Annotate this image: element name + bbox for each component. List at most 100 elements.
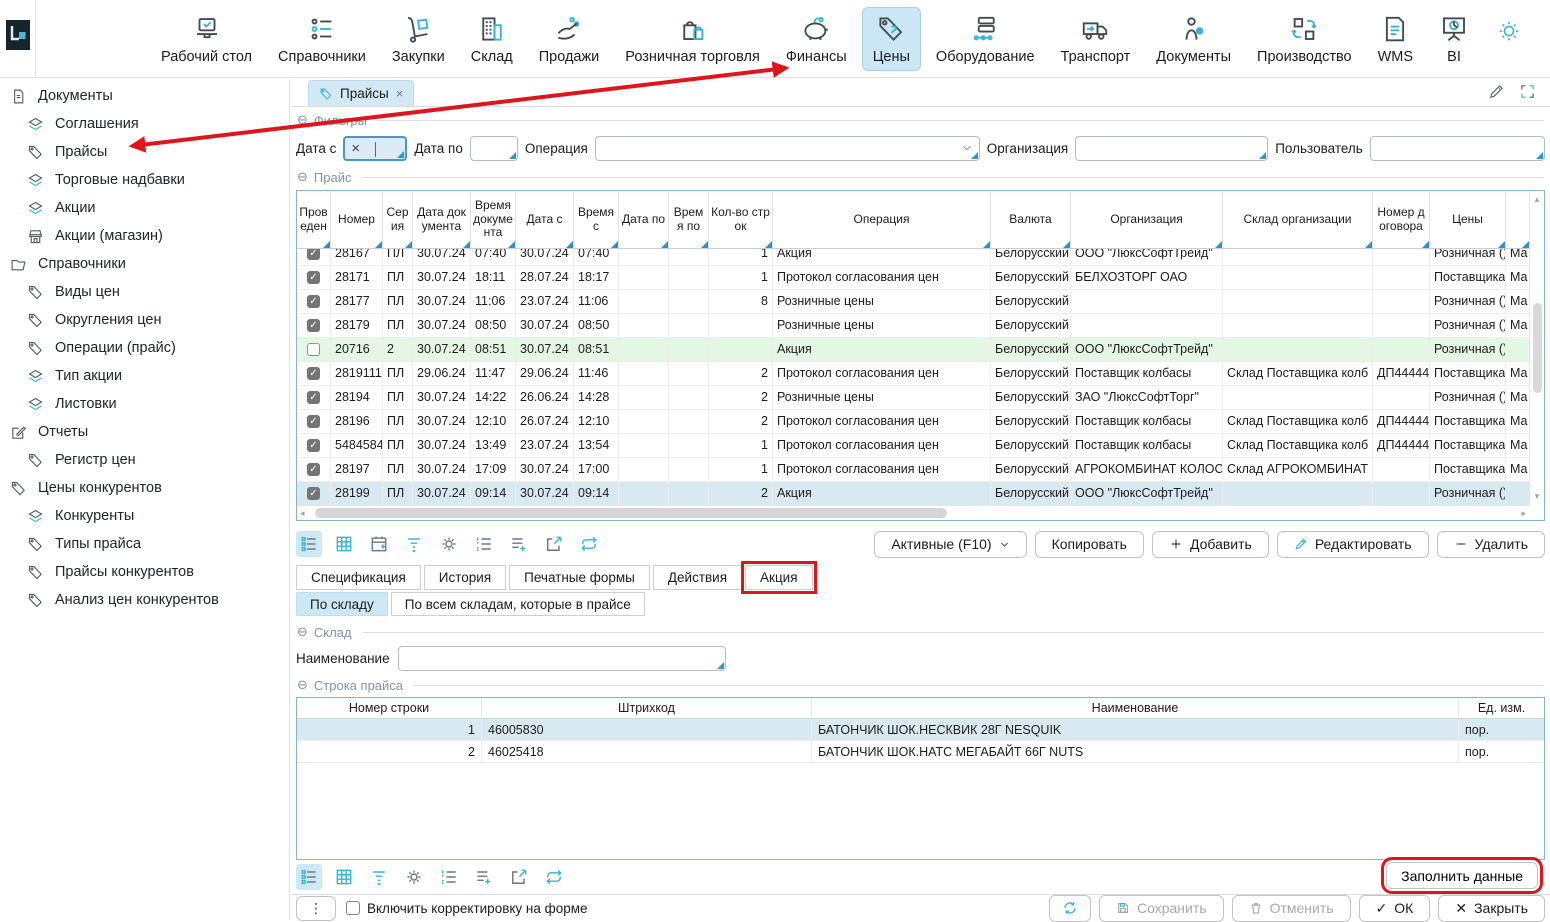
column-header[interactable]: Операция bbox=[773, 191, 991, 248]
chevron-down-icon[interactable] bbox=[961, 142, 973, 154]
theme-sun-icon[interactable] bbox=[1496, 18, 1522, 44]
top-nav-item[interactable]: Продажи bbox=[528, 7, 611, 71]
table-row[interactable]: 2 46025418 БАТОНЧИК ШОК.НАТС МЕГАБАЙТ 66… bbox=[297, 741, 1544, 763]
column-header[interactable]: Дата документа bbox=[413, 191, 471, 248]
column-header[interactable]: Валюта bbox=[991, 191, 1071, 248]
top-nav-item[interactable]: Финансы bbox=[775, 7, 858, 71]
sidebar-item[interactable]: Тип акции bbox=[0, 362, 289, 390]
ok-button[interactable]: ✓ ОК bbox=[1359, 895, 1431, 922]
sidebar-item[interactable]: Справочники bbox=[0, 250, 289, 278]
detail-tab[interactable]: Спецификация bbox=[296, 565, 421, 590]
warehouse-tab[interactable]: По всем складам, которые в прайсе bbox=[391, 592, 645, 616]
table-row[interactable]: 1 46005830 БАТОНЧИК ШОК.НЕСКВИК 28Г NESQ… bbox=[297, 719, 1544, 741]
row-checkbox[interactable] bbox=[307, 249, 320, 260]
top-nav-item[interactable]: Цены bbox=[862, 7, 921, 71]
top-nav-item[interactable]: BI bbox=[1428, 7, 1480, 71]
toolbar-button[interactable] bbox=[331, 864, 357, 890]
toolbar-button[interactable] bbox=[471, 531, 497, 557]
toolbar-button[interactable] bbox=[366, 531, 392, 557]
vertical-scrollbar[interactable]: ▴▾ bbox=[1529, 191, 1544, 505]
collapse-icon[interactable]: ⊖ bbox=[297, 677, 308, 693]
row-checkbox[interactable] bbox=[307, 343, 320, 356]
warehouse-tab[interactable]: По складу bbox=[296, 592, 388, 616]
delete-button[interactable]: Удалить bbox=[1437, 531, 1545, 558]
column-header[interactable]: Кол-во строк bbox=[709, 191, 773, 248]
toolbar-button[interactable] bbox=[401, 531, 427, 557]
close-button[interactable]: ✕ Закрыть bbox=[1438, 895, 1545, 922]
table-row[interactable]: 28199 ПЛ 30.07.24 09:14 30.07.24 09:14 2… bbox=[297, 482, 1529, 506]
edit-button[interactable]: Редактировать bbox=[1277, 531, 1429, 558]
row-checkbox[interactable] bbox=[307, 271, 320, 284]
table-row[interactable]: 54845841 ПЛ 30.07.24 13:49 23.07.24 13:5… bbox=[297, 434, 1529, 458]
cancel-button[interactable]: Отменить bbox=[1232, 895, 1351, 922]
table-row[interactable]: 20716 2 30.07.24 08:51 30.07.24 08:51 Ак… bbox=[297, 338, 1529, 362]
column-header[interactable]: Склад организации bbox=[1223, 191, 1373, 248]
row-checkbox[interactable] bbox=[307, 439, 320, 452]
fullscreen-icon[interactable] bbox=[1519, 83, 1536, 100]
column-header[interactable]: Время документа bbox=[471, 191, 516, 248]
collapse-icon[interactable]: ⊖ bbox=[297, 624, 308, 640]
collapse-icon[interactable]: ⊖ bbox=[297, 112, 308, 128]
top-nav-item[interactable]: Производство bbox=[1246, 7, 1363, 71]
toolbar-button[interactable] bbox=[366, 864, 392, 890]
save-button[interactable]: Сохранить bbox=[1099, 895, 1224, 922]
row-checkbox[interactable] bbox=[307, 319, 320, 332]
top-nav-item[interactable]: Документы bbox=[1145, 7, 1242, 71]
app-logo[interactable] bbox=[6, 20, 30, 50]
sidebar-item[interactable]: Регистр цен bbox=[0, 446, 289, 474]
more-menu-button[interactable]: ⋮ bbox=[296, 896, 336, 921]
table-row[interactable]: 28191111 ПЛ 29.06.24 11:47 29.06.24 11:4… bbox=[297, 362, 1529, 386]
sidebar-item[interactable]: Соглашения bbox=[0, 110, 289, 138]
column-header[interactable] bbox=[1506, 191, 1529, 248]
row-checkbox[interactable] bbox=[307, 487, 320, 500]
top-nav-item[interactable]: Оборудование bbox=[925, 7, 1046, 71]
sidebar-item[interactable]: Акции bbox=[0, 194, 289, 222]
column-header[interactable]: Серия bbox=[383, 191, 413, 248]
toolbar-button[interactable] bbox=[401, 864, 427, 890]
sidebar-item[interactable]: Торговые надбавки bbox=[0, 166, 289, 194]
toolbar-button[interactable] bbox=[436, 864, 462, 890]
toolbar-button[interactable] bbox=[541, 864, 567, 890]
sidebar-item[interactable]: Листовки bbox=[0, 390, 289, 418]
column-header[interactable]: Ед. изм. bbox=[1459, 698, 1544, 718]
table-row[interactable]: 28177 ПЛ 30.07.24 11:06 23.07.24 11:06 8… bbox=[297, 290, 1529, 314]
top-nav-item[interactable]: Транспорт bbox=[1050, 7, 1142, 71]
toolbar-button[interactable] bbox=[331, 531, 357, 557]
tab-close-icon[interactable]: × bbox=[396, 86, 404, 101]
row-checkbox[interactable] bbox=[307, 391, 320, 404]
top-nav-item[interactable]: Розничная торговля bbox=[614, 7, 771, 71]
adjust-checkbox[interactable] bbox=[346, 901, 360, 915]
column-header[interactable]: Номер договора bbox=[1373, 191, 1430, 248]
table-row[interactable]: 28197 ПЛ 30.07.24 17:09 30.07.24 17:00 1… bbox=[297, 458, 1529, 482]
sidebar-item[interactable]: Округления цен bbox=[0, 306, 289, 334]
sidebar-item[interactable]: Прайсы bbox=[0, 138, 289, 166]
sidebar-item[interactable]: Цены конкурентов bbox=[0, 474, 289, 502]
column-header[interactable]: Проведен bbox=[297, 191, 331, 248]
sidebar-item[interactable]: Прайсы конкурентов bbox=[0, 558, 289, 586]
column-header[interactable]: Цены bbox=[1430, 191, 1506, 248]
toolbar-button[interactable] bbox=[506, 864, 532, 890]
active-filter-button[interactable]: Активные (F10) bbox=[874, 531, 1026, 558]
top-nav-item[interactable]: WMS bbox=[1367, 7, 1424, 71]
top-nav-item[interactable]: Справочники bbox=[267, 7, 377, 71]
table-row[interactable]: 28171 ПЛ 30.07.24 18:11 28.07.24 18:17 1… bbox=[297, 266, 1529, 290]
warehouse-name-input[interactable] bbox=[398, 646, 726, 671]
column-header[interactable]: Штрихкод bbox=[482, 698, 812, 718]
column-header[interactable]: Дата с bbox=[516, 191, 574, 248]
sidebar-item[interactable]: Акции (магазин) bbox=[0, 222, 289, 250]
date-to-input[interactable] bbox=[470, 136, 518, 161]
fill-data-button[interactable]: Заполнить данные bbox=[1386, 862, 1538, 889]
horizontal-scrollbar[interactable]: ◂▸ bbox=[297, 505, 1529, 520]
table-row[interactable]: 28194 ПЛ 30.07.24 14:22 26.06.24 14:28 2… bbox=[297, 386, 1529, 410]
collapse-icon[interactable]: ⊖ bbox=[297, 169, 308, 185]
adjust-checkbox-row[interactable]: Включить корректировку на форме bbox=[346, 901, 588, 916]
detail-tab[interactable]: История bbox=[424, 565, 506, 590]
column-header[interactable]: Номер bbox=[331, 191, 383, 248]
sidebar-item[interactable]: Конкуренты bbox=[0, 502, 289, 530]
column-header[interactable]: Время с bbox=[574, 191, 619, 248]
detail-tab[interactable]: Акция bbox=[745, 565, 813, 590]
detail-tab[interactable]: Действия bbox=[653, 565, 742, 590]
user-input[interactable] bbox=[1370, 136, 1545, 161]
sidebar-item[interactable]: Виды цен bbox=[0, 278, 289, 306]
toolbar-button[interactable] bbox=[296, 531, 322, 557]
